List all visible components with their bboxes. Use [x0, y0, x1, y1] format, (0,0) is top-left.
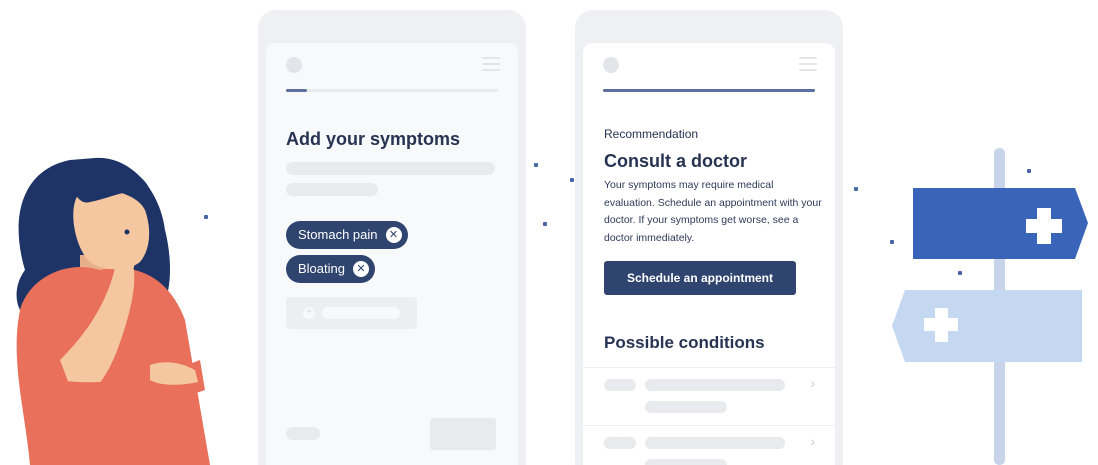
- symptoms-phone-mockup: Add your symptoms Stomach pain ✕ Bloatin…: [258, 10, 526, 465]
- decorative-dot: [543, 222, 547, 226]
- decorative-dot: [534, 163, 538, 167]
- close-circle-icon[interactable]: ✕: [385, 227, 402, 243]
- decorative-dot: [570, 178, 574, 182]
- symptom-chip-stomach-pain[interactable]: Stomach pain ✕: [286, 221, 408, 249]
- chip-label: Stomach pain: [298, 227, 378, 242]
- plus-circle-icon: +: [303, 307, 315, 319]
- chip-label: Bloating: [298, 261, 345, 276]
- recommendation-body: Your symptoms may require medical evalua…: [604, 179, 822, 244]
- recommendation-phone-mockup: Recommendation Consult a doctor Your sym…: [575, 10, 843, 465]
- next-button-placeholder[interactable]: [430, 418, 496, 450]
- schedule-appointment-button[interactable]: Schedule an appointment: [604, 261, 796, 295]
- menu-icon[interactable]: [482, 57, 500, 71]
- page-title: Add your symptoms: [286, 129, 461, 149]
- signpost-illustration: [892, 148, 1088, 465]
- symptom-chip-bloating[interactable]: Bloating ✕: [286, 255, 375, 283]
- progress-fill: [286, 89, 308, 92]
- chevron-right-icon: ›: [810, 433, 815, 449]
- status-dot-icon: [603, 57, 619, 73]
- chevron-right-icon: ›: [810, 375, 815, 391]
- condition-list-item[interactable]: ›: [583, 425, 835, 465]
- progress-bar: [286, 89, 498, 92]
- symptoms-screen: Add your symptoms Stomach pain ✕ Bloatin…: [266, 43, 518, 465]
- menu-icon[interactable]: [799, 57, 817, 71]
- close-circle-icon[interactable]: ✕: [352, 261, 369, 277]
- input-placeholder-bar: [322, 307, 400, 319]
- recommendation-screen: Recommendation Consult a doctor Your sym…: [583, 43, 835, 465]
- section-label: Recommendation: [604, 127, 699, 141]
- placeholder-bar: [645, 459, 727, 465]
- progress-bar: [603, 89, 815, 92]
- placeholder-bar: [645, 379, 785, 391]
- back-button-placeholder[interactable]: [286, 427, 320, 440]
- placeholder-bar: [604, 437, 636, 449]
- placeholder-bar: [604, 379, 636, 391]
- placeholder-bar: [645, 401, 727, 413]
- recommendation-title: Consult a doctor: [604, 151, 747, 171]
- decorative-dot: [204, 215, 208, 219]
- progress-fill: [603, 89, 815, 92]
- sign-arrow-left: [892, 290, 1082, 362]
- status-dot-icon: [286, 57, 302, 73]
- condition-list-item[interactable]: ›: [583, 367, 835, 425]
- add-symptom-input[interactable]: +: [286, 297, 417, 329]
- text-placeholder-line: [286, 162, 495, 175]
- text-placeholder-line: [286, 183, 378, 196]
- conditions-heading: Possible conditions: [604, 333, 765, 352]
- decorative-dot: [854, 187, 858, 191]
- thinking-woman-illustration: [16, 157, 211, 465]
- placeholder-bar: [645, 437, 785, 449]
